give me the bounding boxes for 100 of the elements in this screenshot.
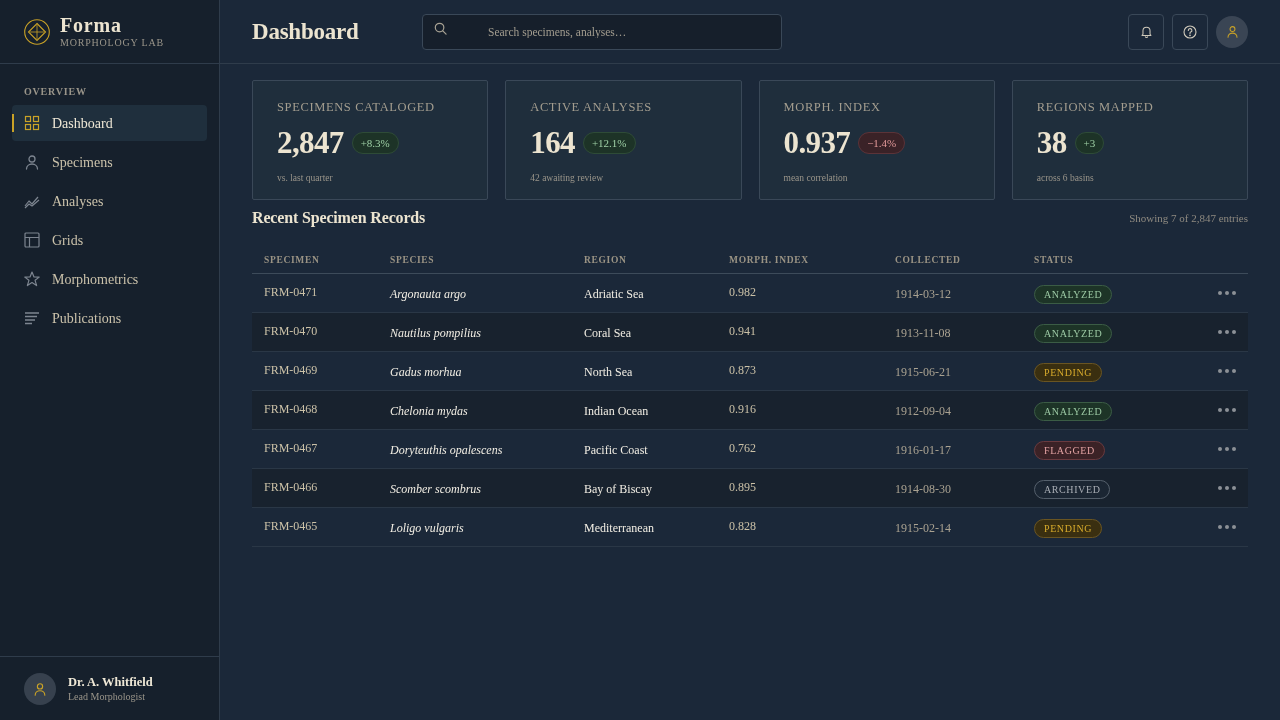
- morph-index: 0.828: [729, 517, 756, 535]
- help-icon: [1183, 24, 1197, 39]
- column-header: SPECIES: [390, 254, 435, 265]
- star-icon: [24, 271, 40, 287]
- status-badge: FLAGGED: [1034, 441, 1105, 460]
- nav-item[interactable]: Grids: [12, 222, 207, 258]
- more-button[interactable]: [1218, 406, 1236, 414]
- more-icon: [1218, 369, 1236, 373]
- species-name: Argonauta argo: [390, 287, 467, 301]
- more-button[interactable]: [1218, 445, 1236, 453]
- collected-date: 1912-09-04: [895, 404, 951, 418]
- profile-button[interactable]: [1216, 15, 1248, 48]
- stat-note: 42 awaiting review: [530, 173, 604, 183]
- column-header: SPECIMEN: [264, 254, 320, 265]
- morph-index: 0.895: [729, 478, 756, 496]
- search-field[interactable]: Search specimens, analyses…: [422, 13, 782, 50]
- search-icon: [434, 21, 447, 35]
- specimen-id: FRM-0468: [264, 400, 318, 418]
- grid-icon: [24, 115, 40, 131]
- stat-label: REGIONS MAPPED: [1036, 99, 1154, 115]
- specimen-id: FRM-0465: [264, 517, 318, 535]
- delta-badge: +8.3%: [351, 132, 399, 154]
- more-icon: [1218, 330, 1236, 334]
- person-icon: [33, 681, 47, 696]
- notifications-button[interactable]: [1128, 13, 1164, 50]
- status-badge: ANALYZED: [1034, 324, 1113, 343]
- species-name: Doryteuthis opalescens: [390, 443, 503, 457]
- brand-name: Forma: [60, 13, 123, 36]
- column-header: COLLECTED: [895, 254, 961, 265]
- collected-date: 1915-02-14: [895, 521, 951, 535]
- bell-icon: [1139, 25, 1153, 38]
- stat-label: SPECIMENS CATALOGED: [277, 99, 435, 115]
- more-icon: [1218, 447, 1236, 451]
- person-icon: [1225, 25, 1239, 38]
- more-button[interactable]: [1218, 367, 1236, 375]
- collected-date: 1913-11-08: [895, 326, 951, 340]
- user-name: Dr. A. Whitfield: [68, 674, 153, 690]
- more-icon: [1218, 291, 1236, 295]
- morph-index: 0.916: [729, 400, 756, 418]
- specimen-id: FRM-0469: [264, 361, 318, 379]
- more-icon: [1218, 408, 1236, 412]
- stat-value: 164: [530, 124, 575, 162]
- column-header: REGION: [584, 254, 627, 265]
- more-button[interactable]: [1218, 328, 1236, 336]
- nav-item[interactable]: Dashboard: [12, 105, 207, 141]
- species-name: Chelonia mydas: [390, 404, 468, 418]
- collected-date: 1914-03-12: [895, 287, 951, 301]
- more-icon: [1218, 486, 1236, 490]
- delta-badge: +12.1%: [582, 132, 636, 154]
- region-name: Mediterranean: [584, 521, 654, 535]
- species-name: Gadus morhua: [390, 365, 462, 379]
- species-name: Scomber scombrus: [390, 482, 481, 496]
- morph-index: 0.762: [729, 439, 756, 457]
- morph-index: 0.982: [729, 283, 756, 301]
- stat-note: mean correlation: [783, 173, 848, 183]
- species-name: Nautilus pompilius: [390, 326, 481, 340]
- specimen-id: FRM-0471: [264, 283, 318, 301]
- specimen-id: FRM-0467: [264, 439, 318, 457]
- person-icon: [24, 154, 40, 170]
- more-button[interactable]: [1218, 289, 1236, 297]
- help-button[interactable]: [1172, 13, 1208, 50]
- stat-value: 38: [1036, 124, 1067, 162]
- delta-badge: −1.4%: [858, 132, 906, 154]
- column-header: STATUS: [1034, 254, 1074, 265]
- table-summary: Showing 7 of 2,847 entries: [1129, 210, 1248, 226]
- region-name: Bay of Biscay: [584, 482, 652, 496]
- region-name: Indian Ocean: [584, 404, 649, 418]
- specimen-id: FRM-0466: [264, 478, 318, 496]
- status-badge: ANALYZED: [1034, 285, 1113, 304]
- more-button[interactable]: [1218, 484, 1236, 492]
- region-name: North Sea: [584, 365, 633, 379]
- nav-item[interactable]: Publications: [12, 300, 207, 336]
- region-name: Pacific Coast: [584, 443, 648, 457]
- more-button[interactable]: [1218, 523, 1236, 531]
- status-badge: ARCHIVED: [1034, 480, 1111, 499]
- collected-date: 1915-06-21: [895, 365, 951, 379]
- nav-item[interactable]: Analyses: [12, 183, 207, 219]
- column-header: MORPH. INDEX: [729, 254, 809, 265]
- collected-date: 1916-01-17: [895, 443, 951, 457]
- layout-icon: [24, 232, 40, 248]
- status-badge: PENDING: [1034, 363, 1103, 382]
- stat-value: 2,847: [277, 124, 344, 162]
- more-icon: [1218, 525, 1236, 529]
- table-title: Recent Specimen Records: [252, 208, 426, 229]
- nav-item[interactable]: Specimens: [12, 144, 207, 180]
- user-role: Lead Morphologist: [68, 689, 146, 703]
- region-name: Adriatic Sea: [584, 287, 644, 301]
- section-label: OVERVIEW: [24, 86, 87, 98]
- logo-icon: [24, 18, 50, 45]
- nav-item[interactable]: Morphometrics: [12, 261, 207, 297]
- region-name: Coral Sea: [584, 326, 631, 340]
- stat-note: across 6 basins: [1036, 173, 1094, 183]
- stat-label: MORPH. INDEX: [783, 99, 881, 115]
- text-lines-icon: [24, 310, 40, 326]
- morph-index: 0.873: [729, 361, 756, 379]
- morph-index: 0.941: [729, 322, 756, 340]
- collected-date: 1914-08-30: [895, 482, 951, 496]
- species-name: Loligo vulgaris: [390, 521, 464, 535]
- brand-subtitle: MORPHOLOGY LAB: [60, 35, 164, 50]
- stat-note: vs. last quarter: [277, 173, 333, 183]
